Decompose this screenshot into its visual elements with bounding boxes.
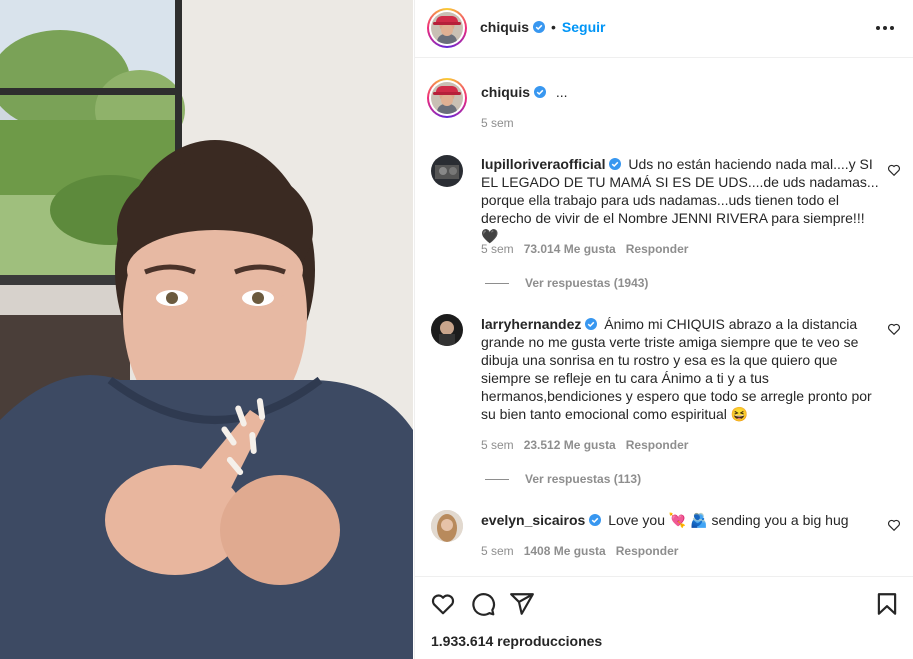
reply-button[interactable]: Responder (626, 438, 689, 452)
comment-username[interactable]: evelyn_sicairos (481, 512, 585, 528)
comment-meta: 5 sem 23.512 Me gusta Responder (481, 438, 698, 452)
comment-icon[interactable] (470, 591, 496, 617)
verified-icon (589, 514, 602, 526)
bookmark-icon[interactable] (874, 591, 900, 617)
commenter-avatar[interactable] (431, 155, 463, 187)
comment-likes[interactable]: 1408 Me gusta (524, 544, 606, 558)
comment-username[interactable]: lupilloriveraofficial (481, 156, 605, 172)
comment-text: Love you 💘 🫂 sending you a big hug (608, 512, 849, 528)
comment-like-icon[interactable] (887, 163, 901, 177)
comment-meta: 5 sem 1408 Me gusta Responder (481, 544, 688, 558)
reply-button[interactable]: Responder (626, 242, 689, 256)
comment-item: larryhernandez Ánimo mi CHIQUIS abrazo a… (481, 315, 881, 423)
caption-username[interactable]: chiquis (481, 84, 530, 100)
commenter-avatar[interactable] (431, 510, 463, 542)
comment-username[interactable]: larryhernandez (481, 316, 581, 332)
caption: chiquis ... (481, 83, 881, 101)
follow-button[interactable]: Seguir (562, 19, 606, 35)
verified-icon (609, 158, 622, 170)
heart-icon[interactable] (430, 591, 456, 617)
comment-like-icon[interactable] (887, 322, 901, 336)
reply-button[interactable]: Responder (616, 544, 679, 558)
comment-like-icon[interactable] (887, 518, 901, 532)
caption-meta: 5 sem (481, 116, 524, 130)
post-panel: chiquis • Seguir chiquis ... 5 sem lupillo… (414, 0, 913, 659)
comment-likes[interactable]: 23.512 Me gusta (524, 438, 616, 452)
video-frame-illustration (0, 0, 413, 659)
share-icon[interactable] (509, 591, 535, 617)
verified-icon (534, 86, 547, 98)
verified-icon (533, 21, 546, 33)
comment-time: 5 sem (481, 438, 514, 452)
comment-likes[interactable]: 73.014 Me gusta (524, 242, 616, 256)
comment-item: evelyn_sicairos Love you 💘 🫂 sending you… (481, 511, 881, 529)
commenter-avatar[interactable] (431, 314, 463, 346)
view-replies-label: Ver respuestas (113) (525, 472, 642, 486)
verified-icon (585, 318, 598, 330)
caption-time: 5 sem (481, 116, 514, 130)
caption-avatar[interactable] (427, 78, 467, 118)
comments-list[interactable]: chiquis ... 5 sem lupilloriveraofficial … (415, 59, 913, 576)
comment-item: lupilloriveraofficial Uds no están hacie… (481, 155, 881, 245)
views-count: 1.933.614 reproducciones (431, 633, 603, 649)
post-actions: 1.933.614 reproducciones (415, 576, 913, 659)
view-replies-label: Ver respuestas (1943) (525, 276, 649, 290)
post-video[interactable] (0, 0, 413, 659)
view-replies-button[interactable]: Ver respuestas (1943) (485, 276, 648, 290)
comment-meta: 5 sem 73.014 Me gusta Responder (481, 242, 698, 256)
author-avatar[interactable] (427, 8, 467, 48)
separator-dot: • (551, 19, 556, 35)
post-header: chiquis • Seguir (415, 0, 913, 58)
view-replies-button[interactable]: Ver respuestas (113) (485, 472, 641, 486)
comment-time: 5 sem (481, 242, 514, 256)
comment-time: 5 sem (481, 544, 514, 558)
author-username[interactable]: chiquis (480, 19, 529, 35)
caption-text: ... (555, 84, 568, 100)
more-icon[interactable] (876, 26, 894, 32)
